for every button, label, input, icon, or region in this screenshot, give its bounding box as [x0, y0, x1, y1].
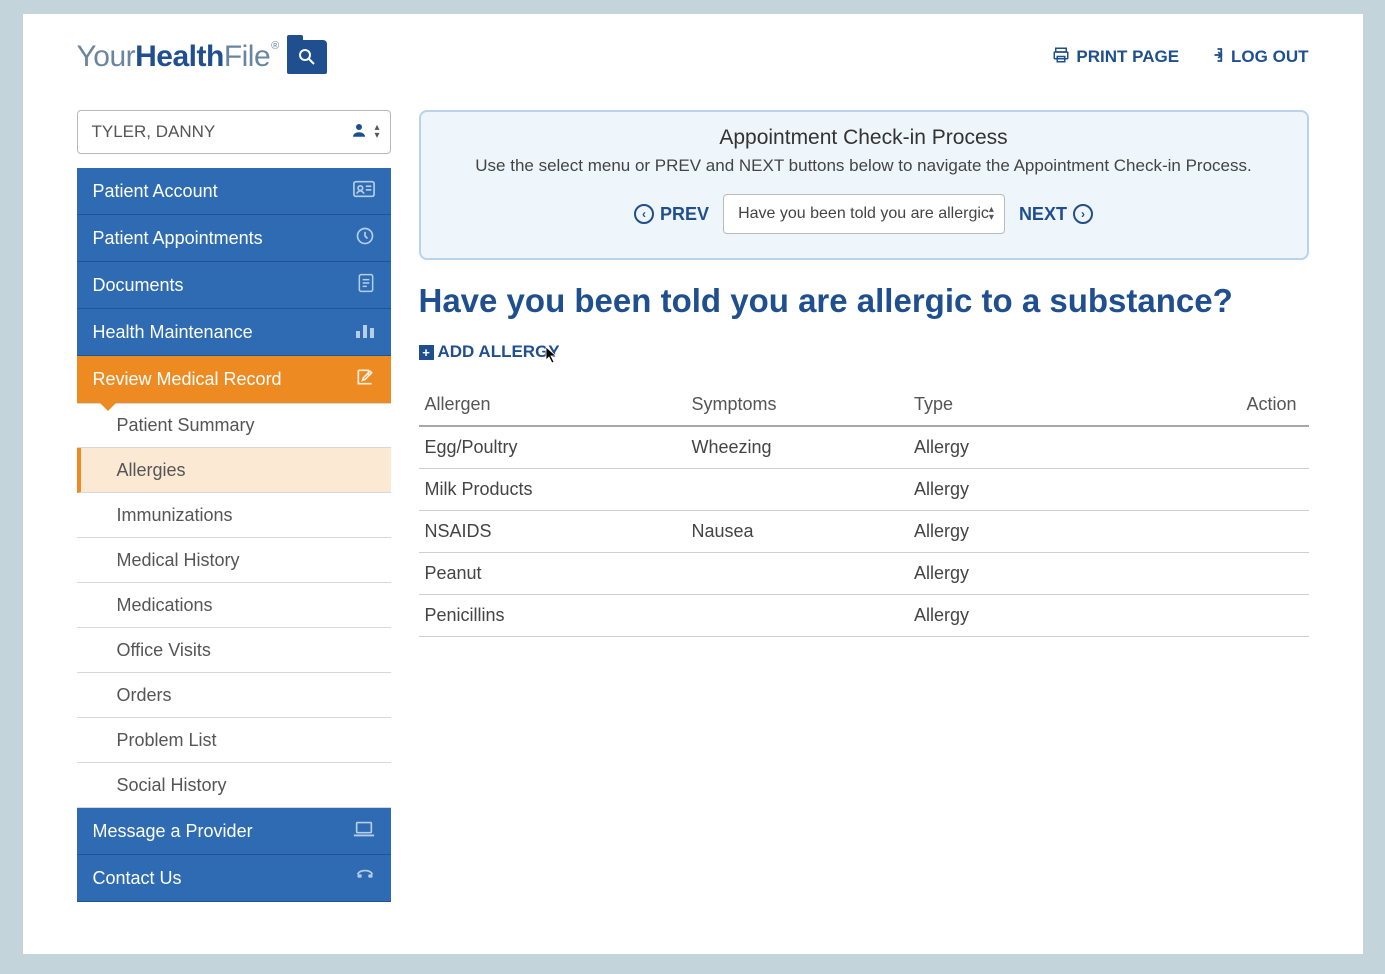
checkin-step-value: Have you been told you are allergic: [738, 205, 989, 223]
header-actions: PRINT PAGE LOG OUT: [1052, 46, 1308, 69]
nav-message-provider[interactable]: Message a Provider: [77, 808, 391, 855]
sub-orders[interactable]: Orders: [77, 673, 391, 718]
arrow-left-icon: ‹: [634, 204, 654, 224]
app-logo: YourHealthFile®: [77, 40, 327, 74]
phone-icon: [355, 867, 375, 890]
bar-chart-icon: [355, 321, 375, 344]
table-row: NSAIDS Nausea Allergy: [419, 511, 1309, 553]
mouse-cursor-icon: [545, 346, 559, 368]
checkin-process-panel: Appointment Check-in Process Use the sel…: [419, 110, 1309, 260]
table-row: Penicillins Allergy: [419, 595, 1309, 637]
nav-review-medical-record[interactable]: Review Medical Record: [77, 356, 391, 403]
logo-part-file: File: [224, 40, 270, 73]
logout-link[interactable]: LOG OUT: [1207, 46, 1308, 69]
col-type: Type: [908, 386, 1175, 426]
col-symptoms: Symptoms: [686, 386, 909, 426]
sub-immunizations[interactable]: Immunizations: [77, 493, 391, 538]
nav-patient-account[interactable]: Patient Account: [77, 168, 391, 215]
folder-search-icon: [287, 40, 327, 74]
checkin-step-select[interactable]: Have you been told you are allergic ▴▾: [723, 194, 1005, 234]
sub-allergies[interactable]: Allergies: [77, 448, 391, 493]
patient-selector-value: TYLER, DANNY: [92, 122, 216, 142]
col-action: Action: [1175, 386, 1309, 426]
body: TYLER, DANNY ▴▾ Patient Account Patient: [23, 84, 1363, 942]
caret-up-down-icon: ▴▾: [374, 124, 379, 140]
next-button[interactable]: NEXT ›: [1019, 204, 1093, 225]
checkin-title: Appointment Check-in Process: [445, 126, 1283, 150]
logo-trademark: ®: [271, 40, 279, 52]
checkin-controls: ‹ PREV Have you been told you are allerg…: [445, 194, 1283, 234]
logout-icon: [1207, 46, 1225, 69]
document-icon: [357, 273, 375, 298]
nav-patient-appointments[interactable]: Patient Appointments: [77, 215, 391, 262]
table-row: Milk Products Allergy: [419, 469, 1309, 511]
prev-button[interactable]: ‹ PREV: [634, 204, 709, 225]
bottom-nav: Message a Provider Contact Us: [77, 808, 391, 902]
sub-office-visits[interactable]: Office Visits: [77, 628, 391, 673]
table-header-row: Allergen Symptoms Type Action: [419, 386, 1309, 426]
app-window: YourHealthFile® PRINT PAGE LOG OUT: [23, 14, 1363, 954]
id-card-icon: [353, 180, 375, 203]
patient-selector[interactable]: TYLER, DANNY ▴▾: [77, 110, 391, 154]
sub-problem-list[interactable]: Problem List: [77, 718, 391, 763]
main-nav: Patient Account Patient Appointments Doc…: [77, 168, 391, 403]
print-page-link[interactable]: PRINT PAGE: [1052, 46, 1179, 69]
sub-medical-history[interactable]: Medical History: [77, 538, 391, 583]
logo-part-health: Health: [135, 40, 224, 73]
sub-social-history[interactable]: Social History: [77, 763, 391, 808]
sub-medications[interactable]: Medications: [77, 583, 391, 628]
nav-health-maintenance[interactable]: Health Maintenance: [77, 309, 391, 356]
person-icon: [350, 121, 368, 144]
sidebar: TYLER, DANNY ▴▾ Patient Account Patient: [77, 110, 391, 902]
plus-icon: +: [419, 345, 434, 360]
col-allergen: Allergen: [419, 386, 686, 426]
edit-note-icon: [355, 367, 375, 392]
printer-icon: [1052, 46, 1070, 69]
header: YourHealthFile® PRINT PAGE LOG OUT: [23, 14, 1363, 84]
checkin-description: Use the select menu or PREV and NEXT but…: [445, 156, 1283, 176]
sub-patient-summary[interactable]: Patient Summary: [77, 403, 391, 448]
allergy-table: Allergen Symptoms Type Action Egg/Poultr…: [419, 386, 1309, 637]
nav-contact-us[interactable]: Contact Us: [77, 855, 391, 902]
clock-icon: [355, 226, 375, 251]
review-subnav: Patient Summary Allergies Immunizations …: [77, 403, 391, 808]
add-allergy-button[interactable]: + ADD ALLERGY: [419, 342, 560, 362]
logo-part-your: Your: [77, 40, 136, 73]
table-row: Egg/Poultry Wheezing Allergy: [419, 426, 1309, 469]
arrow-right-icon: ›: [1073, 204, 1093, 224]
nav-documents[interactable]: Documents: [77, 262, 391, 309]
page-title: Have you been told you are allergic to a…: [419, 282, 1309, 320]
caret-up-down-icon: ▴▾: [989, 206, 994, 222]
main-content: Appointment Check-in Process Use the sel…: [419, 110, 1309, 902]
table-row: Peanut Allergy: [419, 553, 1309, 595]
laptop-icon: [353, 820, 375, 843]
